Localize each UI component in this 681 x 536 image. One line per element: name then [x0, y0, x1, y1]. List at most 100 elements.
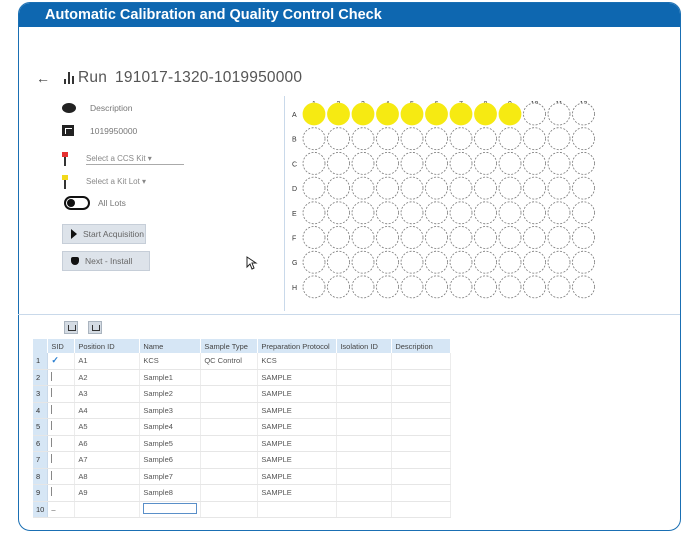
description-row[interactable]: Description: [62, 103, 133, 113]
well-G12[interactable]: [572, 250, 595, 274]
well-G3[interactable]: [351, 250, 375, 274]
well-B2[interactable]: [327, 127, 350, 151]
well-C9[interactable]: [498, 152, 522, 175]
table-row[interactable]: 3 A3 Sample2 SAMPLE: [33, 385, 452, 403]
well-D11[interactable]: [547, 176, 571, 200]
position-id-cell[interactable]: A2: [74, 369, 141, 386]
name-cell[interactable]: Sample2: [139, 385, 202, 403]
well-D8[interactable]: [474, 176, 497, 200]
well-A4[interactable]: [376, 102, 399, 126]
well-E7[interactable]: [449, 201, 473, 225]
well-E1[interactable]: [302, 201, 326, 225]
preparation-protocol-cell[interactable]: [336, 484, 393, 502]
well-H12[interactable]: [572, 275, 595, 299]
well-C1[interactable]: [302, 152, 326, 175]
header-isolation-id[interactable]: Isolation ID: [336, 339, 393, 353]
isolation-id-cell[interactable]: [391, 385, 452, 403]
all-lots-toggle[interactable]: [64, 196, 90, 210]
well-H8[interactable]: [474, 275, 497, 299]
well-D9[interactable]: [498, 176, 522, 200]
sid-checkbox-cell[interactable]: [47, 484, 76, 502]
well-G8[interactable]: [474, 250, 497, 274]
preparation-protocol-cell[interactable]: [336, 435, 393, 452]
well-B1[interactable]: [302, 127, 326, 151]
name-cell[interactable]: KCS: [139, 353, 202, 370]
isolation-id-cell[interactable]: [391, 418, 452, 436]
sample-type-cell[interactable]: SAMPLE: [257, 385, 338, 403]
checked-checkbox[interactable]: ✓: [51, 356, 59, 365]
well-F10[interactable]: [523, 226, 546, 249]
sample-type-cell[interactable]: SAMPLE: [257, 402, 338, 419]
well-B7[interactable]: [449, 127, 473, 151]
well-E6[interactable]: [425, 201, 448, 225]
well-A5[interactable]: [400, 102, 424, 126]
well-E11[interactable]: [547, 201, 571, 225]
preparation-protocol-cell[interactable]: [336, 402, 393, 419]
well-C6[interactable]: [425, 152, 448, 175]
well-E4[interactable]: [376, 201, 399, 225]
well-A3[interactable]: [351, 102, 375, 126]
well-B4[interactable]: [376, 127, 399, 151]
isolation-id-cell[interactable]: [391, 369, 452, 386]
isolation-id-cell[interactable]: [391, 353, 452, 370]
checkbox[interactable]: [51, 454, 60, 464]
well-A11[interactable]: [547, 102, 571, 126]
new-row-input[interactable]: [143, 502, 198, 514]
well-B9[interactable]: [498, 127, 522, 151]
header-description[interactable]: Description: [391, 339, 452, 353]
well-H9[interactable]: [498, 275, 522, 299]
well-H10[interactable]: [523, 275, 546, 299]
preparation-protocol-cell[interactable]: [336, 353, 393, 370]
well-D12[interactable]: [572, 176, 595, 200]
well-C4[interactable]: [376, 152, 399, 175]
well-F4[interactable]: [376, 226, 399, 249]
import-icon[interactable]: [64, 321, 78, 334]
sample-type-cell[interactable]: SAMPLE: [257, 418, 338, 436]
name-cell[interactable]: Sample3: [139, 402, 202, 419]
well-F1[interactable]: [302, 226, 326, 249]
checkbox[interactable]: [51, 470, 60, 480]
sample-type-cell[interactable]: SAMPLE: [257, 468, 338, 485]
sample-type-cell[interactable]: SAMPLE: [257, 435, 338, 452]
well-F2[interactable]: [327, 226, 350, 249]
position-id-cell[interactable]: A5: [74, 418, 141, 436]
isolation-id-cell[interactable]: [391, 501, 452, 518]
name-cell[interactable]: Sample4: [139, 418, 202, 436]
name-cell[interactable]: [139, 501, 202, 518]
well-A10[interactable]: [523, 102, 546, 126]
sample-name-cell[interactable]: [200, 418, 259, 436]
well-E5[interactable]: [400, 201, 424, 225]
well-B10[interactable]: [523, 127, 546, 151]
well-A12[interactable]: [572, 102, 595, 126]
well-C12[interactable]: [572, 152, 595, 175]
well-G2[interactable]: [327, 250, 350, 274]
sid-checkbox-cell[interactable]: [47, 435, 76, 452]
sample-name-cell[interactable]: [200, 484, 259, 502]
next-install-button[interactable]: Next - Install: [62, 251, 150, 271]
well-D5[interactable]: [400, 176, 424, 200]
checkbox[interactable]: [51, 437, 60, 447]
preparation-protocol-cell[interactable]: [336, 451, 393, 469]
lot-select-row[interactable]: Select a Kit Lot ▾: [62, 175, 158, 189]
well-E10[interactable]: [523, 201, 546, 225]
checkbox[interactable]: [51, 487, 60, 497]
table-row[interactable]: 2 A2 Sample1 SAMPLE: [33, 369, 452, 386]
well-A9[interactable]: [498, 102, 522, 126]
well-B6[interactable]: [425, 127, 448, 151]
sid-checkbox-cell[interactable]: [47, 418, 76, 436]
sid-checkbox-cell[interactable]: [47, 402, 76, 419]
table-row[interactable]: 5 A5 Sample4 SAMPLE: [33, 418, 452, 436]
name-cell[interactable]: Sample5: [139, 435, 202, 452]
kit-select[interactable]: Select a CCS Kit ▾: [86, 154, 184, 165]
preparation-protocol-cell[interactable]: [336, 501, 393, 518]
sample-type-cell[interactable]: SAMPLE: [257, 369, 338, 386]
position-id-cell[interactable]: A7: [74, 451, 141, 469]
header-sample-type[interactable]: Sample Type: [200, 339, 259, 353]
back-arrow-icon[interactable]: ←: [36, 70, 50, 86]
lot-select[interactable]: Select a Kit Lot ▾: [86, 177, 158, 187]
table-row[interactable]: 7 A7 Sample6 SAMPLE: [33, 451, 452, 469]
header-name[interactable]: Name: [139, 339, 202, 353]
well-C5[interactable]: [400, 152, 424, 175]
well-H3[interactable]: [351, 275, 375, 299]
well-G11[interactable]: [547, 250, 571, 274]
